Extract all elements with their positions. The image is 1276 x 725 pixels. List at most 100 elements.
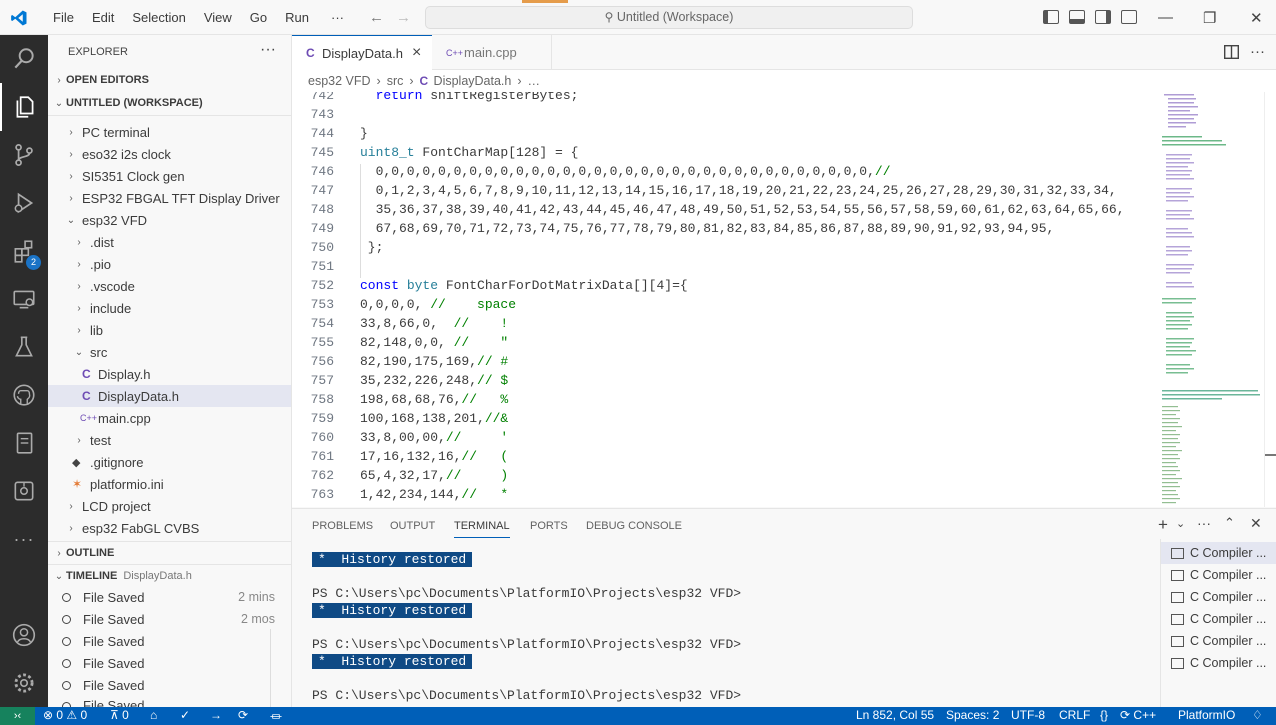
open-editors-section[interactable]: › OPEN EDITORS <box>48 69 291 91</box>
editor-scrollbar[interactable] <box>1264 92 1276 507</box>
pio-monitor-icon[interactable]: ⏛ <box>270 708 282 725</box>
tree-item-dist[interactable]: › .dist <box>48 231 291 253</box>
activity-explorer[interactable] <box>0 83 48 131</box>
tree-item-src[interactable]: ⌄ src <box>48 341 291 363</box>
split-editor-icon[interactable] <box>1224 45 1239 59</box>
tab-displaydata-h[interactable]: C DisplayData.h × <box>292 35 432 70</box>
tree-item-si5351-clock-gen[interactable]: › SI5351 Clock gen <box>48 165 291 187</box>
activity-source-control[interactable] <box>0 131 48 179</box>
minimap[interactable] <box>1160 92 1264 507</box>
terminal-list-item[interactable]: C Compiler ... <box>1161 542 1276 564</box>
pio-home-icon[interactable]: ⌂ <box>150 708 157 722</box>
pio-upload-icon[interactable]: → <box>210 708 222 722</box>
pio-build-icon[interactable]: ✓ <box>180 708 190 722</box>
activity-run-debug[interactable] <box>0 179 48 227</box>
tree-item-display-h[interactable]: C Display.h <box>48 363 291 385</box>
timeline-item[interactable]: File Saved <box>48 630 291 652</box>
timeline-item[interactable]: File Saved <box>48 674 291 696</box>
code-line[interactable]: 33,8,66,0, // ! <box>360 316 508 331</box>
toggle-sidebar-icon[interactable] <box>1043 10 1059 24</box>
timeline-section[interactable]: ⌄ TIMELINE DisplayData.h <box>48 565 291 587</box>
code-line[interactable]: 82,190,175,169,// # <box>360 354 508 369</box>
indentation[interactable]: Spaces: 2 <box>946 708 999 722</box>
terminal-list-item[interactable]: C Compiler ... <box>1161 586 1276 608</box>
activity-more[interactable]: ··· <box>0 515 48 563</box>
tree-item-eso32-i2s-clock[interactable]: › eso32 i2s clock <box>48 143 291 165</box>
tree-item-lcd-project[interactable]: › LCD project <box>48 495 291 517</box>
tree-item-gitignore[interactable]: ◆ .gitignore <box>48 451 291 473</box>
maximize-panel-icon[interactable]: ⌃ <box>1224 515 1235 531</box>
tree-item-esp32-fbgal[interactable]: › ESP32 FBGAL TFT Display Driver <box>48 187 291 209</box>
breadcrumb-src[interactable]: src <box>387 74 404 88</box>
terminal-list-item[interactable]: C Compiler ... <box>1161 630 1276 652</box>
breadcrumb-symbol[interactable]: … <box>528 74 541 88</box>
timeline-item[interactable]: File Saved 2 mins <box>48 586 291 608</box>
code-line[interactable]: 0,0,0,0,0,0,0,0,0,0,0,0,0,0,0,0,0,0,0,0,… <box>360 164 891 179</box>
panel-more-icon[interactable]: ··· <box>1197 515 1211 531</box>
code-line[interactable]: 35,232,226,248,// $ <box>360 373 508 388</box>
tree-item-displaydata-h[interactable]: C DisplayData.h <box>48 385 291 407</box>
editor-more-icon[interactable]: ··· <box>1250 43 1265 60</box>
activity-search[interactable] <box>0 35 48 83</box>
code-line[interactable]: 17,16,132,16,// ( <box>360 449 508 464</box>
code-line[interactable]: 0,0,0,0, // space <box>360 297 516 312</box>
explorer-more-icon[interactable]: ··· <box>260 41 276 59</box>
code-line[interactable]: 0,1,2,3,4,5,6,7,8,9,10,11,12,13,14,15,16… <box>360 183 1117 198</box>
activity-manage[interactable] <box>0 659 48 707</box>
timeline-item[interactable]: File Saved <box>48 696 291 707</box>
terminal-list-item[interactable]: C Compiler ... <box>1161 608 1276 630</box>
code-line[interactable]: const byte FontCharForDotMatrixData[][4]… <box>360 278 688 293</box>
tab-ports[interactable]: PORTS <box>530 520 568 532</box>
close-icon[interactable]: × <box>412 44 421 62</box>
cursor-position[interactable]: Ln 852, Col 55 <box>856 708 934 722</box>
menu-file[interactable]: File <box>44 10 83 25</box>
activity-accounts[interactable] <box>0 611 48 659</box>
problems-indicator[interactable]: ⊗ 0 ⚠ 0 <box>43 708 87 722</box>
timeline-item[interactable]: File Saved <box>48 652 291 674</box>
terminal-list-item[interactable]: C Compiler ... <box>1161 564 1276 586</box>
tab-terminal[interactable]: TERMINAL <box>454 520 510 538</box>
language-mode[interactable]: ⟳ C++ <box>1120 708 1156 722</box>
workspace-section[interactable]: ⌄ UNTITLED (WORKSPACE) <box>48 92 291 114</box>
code-line[interactable]: 198,68,68,76,// % <box>360 392 508 407</box>
forward-arrow-icon[interactable]: → <box>396 9 411 26</box>
tree-item-include[interactable]: › include <box>48 297 291 319</box>
close-panel-icon[interactable]: ✕ <box>1250 515 1262 532</box>
braces-icon[interactable]: {} <box>1100 708 1108 722</box>
activity-notebook[interactable] <box>0 419 48 467</box>
timeline-item[interactable]: File Saved 2 mos <box>48 608 291 630</box>
close-window-icon[interactable]: ✕ <box>1250 9 1263 27</box>
code-line[interactable]: 33,8,00,00,// ' <box>360 430 508 445</box>
activity-github[interactable] <box>0 371 48 419</box>
line-endings[interactable]: CRLF <box>1059 708 1090 722</box>
tab-output[interactable]: OUTPUT <box>390 520 435 532</box>
encoding[interactable]: UTF-8 <box>1011 708 1045 722</box>
terminal-prompt-line[interactable]: PS C:\Users\pc\Documents\PlatformIO\Proj… <box>312 688 741 703</box>
ports-indicator[interactable]: ⊼ 0 <box>110 708 129 722</box>
activity-platformio[interactable] <box>0 467 48 515</box>
tab-problems[interactable]: PROBLEMS <box>312 520 373 532</box>
tree-item-pio[interactable]: › .pio <box>48 253 291 275</box>
menu-go[interactable]: Go <box>241 10 276 25</box>
tree-item-platformio-ini[interactable]: ✶ platformio.ini <box>48 473 291 495</box>
tree-item-vscode[interactable]: › .vscode <box>48 275 291 297</box>
pio-clean-icon[interactable]: ⟳ <box>238 708 248 722</box>
code-line[interactable]: 82,148,0,0, // " <box>360 335 508 350</box>
new-terminal-icon[interactable]: + <box>1158 515 1168 535</box>
code-line[interactable]: 35,36,37,38,39,40,41,42,43,44,45,46,47,4… <box>360 202 1125 217</box>
tab-main-cpp[interactable]: C++ main.cpp <box>432 35 552 70</box>
toggle-secondary-sidebar-icon[interactable] <box>1095 10 1111 24</box>
breadcrumb-file[interactable]: DisplayData.h <box>434 74 512 88</box>
code-line[interactable]: } <box>360 126 368 141</box>
toggle-panel-icon[interactable] <box>1069 10 1085 24</box>
back-arrow-icon[interactable]: ← <box>369 9 384 26</box>
tree-item-main-cpp[interactable]: C++ main.cpp <box>48 407 291 429</box>
code-editor[interactable]: 742 return shiftRegisterBytes; 743 744} 745… <box>292 92 1276 507</box>
code-line[interactable]: }; <box>360 240 384 255</box>
code-line[interactable]: 67,68,69,70,71,72,73,74,75,76,77,78,79,8… <box>360 221 1055 236</box>
minimize-icon[interactable]: — <box>1158 9 1173 26</box>
tree-item-lib[interactable]: › lib <box>48 319 291 341</box>
chevron-down-icon[interactable]: ⌄ <box>1176 517 1185 530</box>
menu-run[interactable]: Run <box>276 10 318 25</box>
tree-item-esp32-vfd[interactable]: ⌄ esp32 VFD <box>48 209 291 231</box>
